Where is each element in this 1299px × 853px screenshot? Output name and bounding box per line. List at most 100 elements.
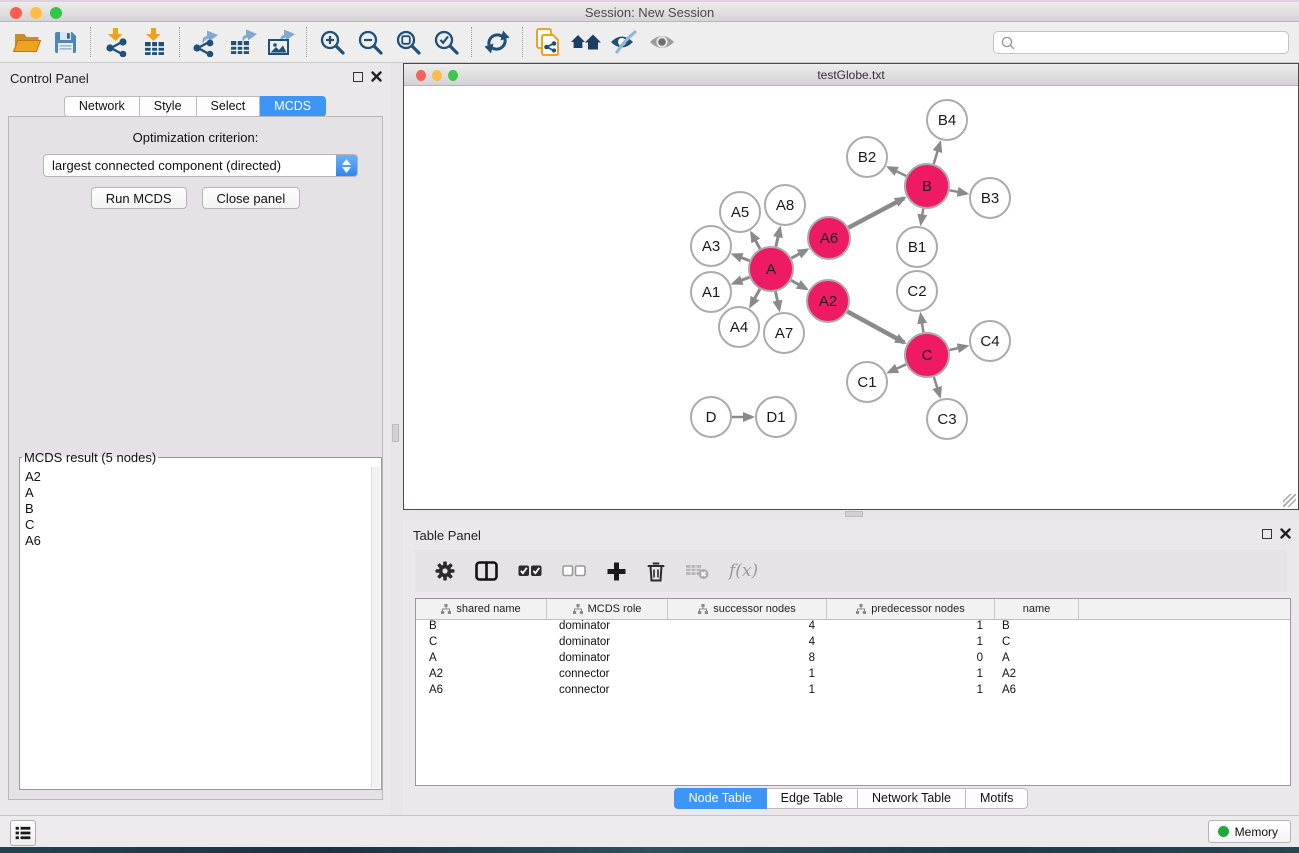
import-network-button[interactable]	[97, 24, 135, 60]
graph-edge[interactable]	[921, 209, 923, 224]
add-column-button[interactable]	[606, 556, 627, 586]
table-cell[interactable]: 4	[668, 636, 827, 652]
deselect-all-rows-button[interactable]	[562, 556, 586, 586]
graph-edge[interactable]	[848, 198, 904, 228]
table-cell[interactable]: dominator	[547, 620, 668, 636]
home-button[interactable]	[567, 24, 605, 60]
table-cell[interactable]: 0	[827, 652, 995, 668]
column-header-mcds-role[interactable]: MCDS role	[547, 599, 668, 619]
horizontal-splitter-handle[interactable]	[845, 511, 863, 517]
vertical-splitter-handle[interactable]	[392, 424, 399, 442]
tab-node-table[interactable]: Node Table	[674, 788, 767, 809]
graph-edge[interactable]	[776, 228, 780, 246]
table-row[interactable]: A6connector11A6	[416, 684, 1290, 700]
show-all-button[interactable]	[643, 24, 681, 60]
function-builder-button[interactable]: f(x)	[729, 556, 758, 586]
export-table-button[interactable]	[224, 24, 262, 60]
table-cell[interactable]: 1	[827, 620, 995, 636]
graph-edge[interactable]	[889, 167, 907, 176]
zoom-selected-button[interactable]	[427, 24, 465, 60]
clone-network-button[interactable]	[529, 24, 567, 60]
table-cell[interactable]: A2	[995, 668, 1079, 684]
graph-edge[interactable]	[921, 315, 924, 333]
network-graph[interactable]: B4B2BB3A8A5A6A3B1AC2A1A2A4A7C4CC1DD1C3	[404, 86, 1298, 509]
network-window-titlebar[interactable]: testGlobe.txt	[404, 64, 1298, 86]
column-header-predecessor-nodes[interactable]: predecessor nodes	[827, 599, 995, 619]
float-panel-icon[interactable]	[1262, 529, 1272, 539]
zoom-fit-button[interactable]	[389, 24, 427, 60]
table-cell[interactable]: connector	[547, 684, 668, 700]
zoom-in-button[interactable]	[313, 24, 351, 60]
delete-column-button[interactable]	[647, 556, 665, 586]
table-row[interactable]: A2connector11A2	[416, 668, 1290, 684]
table-cell[interactable]: A2	[416, 668, 547, 684]
graph-edge[interactable]	[751, 289, 760, 306]
delete-table-button[interactable]	[685, 556, 709, 586]
table-cell[interactable]: dominator	[547, 652, 668, 668]
graph-edge[interactable]	[791, 280, 806, 289]
export-image-button[interactable]	[262, 24, 300, 60]
table-cell[interactable]: 4	[668, 620, 827, 636]
table-cell[interactable]: 1	[827, 668, 995, 684]
table-cell[interactable]: 1	[668, 668, 827, 684]
graph-edge[interactable]	[847, 312, 904, 343]
column-header-shared-name[interactable]: shared name	[416, 599, 547, 619]
mcds-result-item[interactable]: C	[25, 517, 371, 533]
open-session-button[interactable]	[8, 24, 46, 60]
zoom-out-button[interactable]	[351, 24, 389, 60]
close-panel-button[interactable]: Close panel	[202, 187, 301, 209]
tab-mcds[interactable]: MCDS	[260, 96, 326, 117]
window-resize-grip[interactable]	[1283, 494, 1296, 507]
graph-edge[interactable]	[733, 255, 749, 261]
mcds-result-scrollbar[interactable]	[371, 467, 380, 788]
show-log-button[interactable]	[10, 820, 36, 846]
mcds-result-item[interactable]: A2	[25, 469, 371, 485]
close-panel-icon[interactable]	[371, 71, 382, 82]
graph-edge[interactable]	[791, 250, 807, 258]
table-row[interactable]: Cdominator41C	[416, 636, 1290, 652]
close-panel-icon[interactable]	[1280, 528, 1291, 539]
table-cell[interactable]: C	[416, 636, 547, 652]
mcds-result-item[interactable]: B	[25, 501, 371, 517]
run-mcds-button[interactable]: Run MCDS	[91, 187, 187, 209]
mcds-result-item[interactable]: A	[25, 485, 371, 501]
table-cell[interactable]: A	[416, 652, 547, 668]
column-header-name[interactable]: name	[995, 599, 1079, 619]
apply-layout-button[interactable]	[478, 24, 516, 60]
memory-button[interactable]: Memory	[1208, 820, 1291, 843]
tab-network-table[interactable]: Network Table	[858, 788, 966, 809]
import-table-button[interactable]	[135, 24, 173, 60]
graph-edge[interactable]	[733, 277, 749, 283]
export-network-button[interactable]	[186, 24, 224, 60]
criterion-dropdown[interactable]: largest connected component (directed)	[43, 154, 358, 177]
tab-network[interactable]: Network	[64, 96, 140, 117]
hide-selected-button[interactable]	[605, 24, 643, 60]
float-panel-icon[interactable]	[353, 72, 363, 82]
table-cell[interactable]: 1	[827, 684, 995, 700]
tab-edge-table[interactable]: Edge Table	[767, 788, 858, 809]
show-column-button[interactable]	[475, 556, 498, 586]
column-header-successor-nodes[interactable]: successor nodes	[668, 599, 827, 619]
graph-edge[interactable]	[949, 346, 966, 350]
table-cell[interactable]: 1	[668, 684, 827, 700]
search-input[interactable]	[1016, 36, 1288, 50]
graph-edge[interactable]	[776, 292, 780, 310]
table-cell[interactable]: 1	[827, 636, 995, 652]
table-cell[interactable]: C	[995, 636, 1079, 652]
table-cell[interactable]: 8	[668, 652, 827, 668]
tab-style[interactable]: Style	[140, 96, 197, 117]
table-cell[interactable]: B	[995, 620, 1079, 636]
graph-edge[interactable]	[950, 190, 967, 193]
table-cell[interactable]: A6	[416, 684, 547, 700]
save-session-button[interactable]	[46, 24, 84, 60]
table-row[interactable]: Adominator80A	[416, 652, 1290, 668]
table-cell[interactable]: B	[416, 620, 547, 636]
graph-edge[interactable]	[934, 377, 940, 396]
mcds-result-item[interactable]: A6	[25, 533, 371, 549]
select-all-rows-button[interactable]	[518, 556, 542, 586]
network-canvas[interactable]: B4B2BB3A8A5A6A3B1AC2A1A2A4A7C4CC1DD1C3	[404, 86, 1298, 509]
table-cell[interactable]: A6	[995, 684, 1079, 700]
graph-edge[interactable]	[934, 143, 940, 164]
table-options-button[interactable]	[435, 556, 455, 586]
table-row[interactable]: Bdominator41B	[416, 620, 1290, 636]
